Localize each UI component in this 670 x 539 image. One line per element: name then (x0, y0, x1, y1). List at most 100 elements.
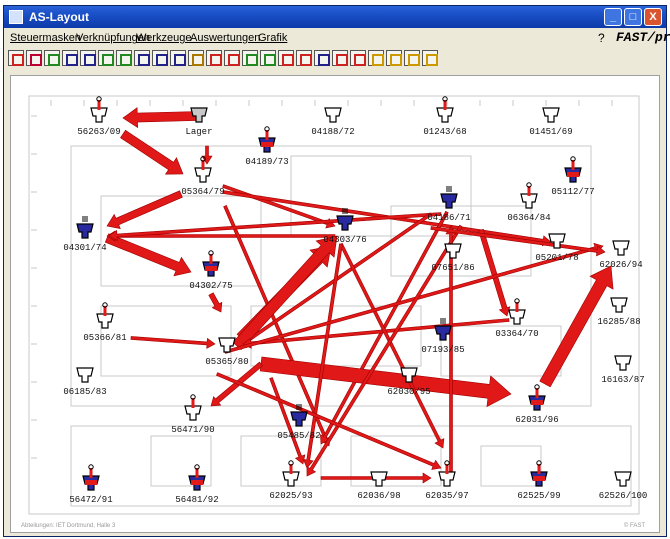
toolbar-button-1[interactable] (8, 50, 24, 66)
station-label: 62030/95 (387, 387, 430, 397)
close-button[interactable]: X (644, 8, 662, 26)
station-01451-69[interactable]: 01451/69 (529, 107, 573, 137)
footer-copyright: © FAST (623, 523, 645, 529)
station-label: 56472/91 (69, 495, 112, 505)
toolbar (8, 50, 438, 70)
station-label: 06364/84 (507, 213, 550, 223)
toolbar-button-17[interactable] (296, 50, 312, 66)
floor-plan-background (28, 95, 640, 515)
toolbar-button-22[interactable] (386, 50, 402, 66)
station-56471-90[interactable]: 56471/90 (171, 394, 215, 435)
menu-steuermasken[interactable]: Steuermasken (10, 32, 81, 44)
station-56481-92[interactable]: 56481/92 (175, 464, 219, 505)
station-label: 62025/93 (269, 491, 312, 501)
station-label: 06185/83 (63, 387, 106, 397)
flow-arrow-5 (104, 233, 192, 277)
station-label: 07193/85 (421, 345, 464, 355)
toolbar-button-14[interactable] (242, 50, 258, 66)
machine-icon (370, 471, 388, 487)
toolbar-button-24[interactable] (422, 50, 438, 66)
toolbar-button-12[interactable] (206, 50, 222, 66)
machine-icon (324, 107, 342, 123)
flow-arrow-11 (208, 292, 223, 313)
station-56472-91[interactable]: 56472/91 (69, 464, 113, 505)
station-label: 05366/81 (83, 333, 126, 343)
help-icon[interactable]: ? (598, 31, 605, 45)
station-05112-77[interactable]: 05112/77 (551, 156, 595, 197)
toolbar-button-5[interactable] (80, 50, 96, 66)
machine-icon (610, 297, 628, 313)
station-04189-73[interactable]: 04189/73 (245, 126, 289, 167)
station-label: 04186/71 (427, 213, 470, 223)
station-label: 62526/100 (599, 491, 648, 501)
station-06364-84[interactable]: 06364/84 (507, 182, 551, 223)
machine-icon (282, 471, 300, 487)
brand-logo: FAST/pro (616, 30, 670, 45)
station-16163-87[interactable]: 16163/87 (601, 355, 645, 385)
menu-werkzeuge[interactable]: Werkzeuge (136, 32, 191, 44)
station-label: 07651/86 (431, 263, 474, 273)
menu-auswertungen[interactable]: Auswertungen (190, 32, 260, 44)
station-06185-83[interactable]: 06185/83 (63, 367, 107, 397)
menu-grafik[interactable]: Grafik (258, 32, 287, 44)
station-label: 62026/94 (599, 260, 642, 270)
layout-canvas[interactable]: 56263/09 Lager 04188/72 01243/68 01451/69 041… (10, 75, 660, 533)
toolbar-button-10[interactable] (170, 50, 186, 66)
station-04188-72[interactable]: 04188/72 (311, 107, 355, 137)
flow-arrow-16 (232, 235, 338, 351)
station-04302-75[interactable]: 04302/75 (189, 250, 233, 291)
station-01243-68[interactable]: 01243/68 (423, 96, 467, 137)
station-05364-79[interactable]: 05364/79 (181, 156, 225, 197)
minimize-button[interactable]: _ (604, 8, 622, 26)
station-label: 16163/87 (601, 375, 644, 385)
toolbar-button-20[interactable] (350, 50, 366, 66)
station-62035-97[interactable]: 62035/97 (425, 460, 469, 501)
station-label: 04302/75 (189, 281, 232, 291)
station-04186-71[interactable]: 04186/71 (427, 186, 471, 223)
station-label: 01243/68 (423, 127, 466, 137)
station-07651-86[interactable]: 07651/86 (431, 243, 475, 273)
toolbar-button-21[interactable] (368, 50, 384, 66)
station-label: 04188/72 (311, 127, 354, 137)
toolbar-button-15[interactable] (260, 50, 276, 66)
station-label: 05364/79 (181, 187, 224, 197)
toolbar-button-9[interactable] (152, 50, 168, 66)
machine-icon (508, 309, 526, 325)
toolbar-button-23[interactable] (404, 50, 420, 66)
flow-arrow-19 (259, 356, 512, 408)
station-05366-81[interactable]: 05366/81 (83, 302, 127, 343)
station-16285-88[interactable]: 16285/88 (597, 297, 641, 327)
toolbar-button-18[interactable] (314, 50, 330, 66)
toolbar-button-6[interactable] (98, 50, 114, 66)
machine-icon (614, 471, 632, 487)
station-label: 05485/82 (277, 431, 320, 441)
toolbar-button-7[interactable] (116, 50, 132, 66)
menu-bar: Steuermasken Verknüpfungen Werkzeuge Aus… (4, 29, 670, 48)
toolbar-button-16[interactable] (278, 50, 294, 66)
machine-icon (184, 405, 202, 421)
station-label: 16285/88 (597, 317, 640, 327)
station-label: 62035/97 (425, 491, 468, 501)
toolbar-button-8[interactable] (134, 50, 150, 66)
toolbar-button-19[interactable] (332, 50, 348, 66)
station-62025-93[interactable]: 62025/93 (269, 460, 313, 501)
maximize-button[interactable]: □ (624, 8, 642, 26)
station-04301-74[interactable]: 04301/74 (63, 216, 107, 253)
toolbar-button-3[interactable] (44, 50, 60, 66)
machine-icon (96, 313, 114, 329)
station-62031-96[interactable]: 62031/96 (515, 384, 559, 425)
station-label: 04303/76 (323, 235, 366, 245)
footer-caption: Abteilungen: IET Dortmund, Halle 3 (21, 523, 116, 529)
machine-icon (336, 215, 354, 231)
station-62026-94[interactable]: 62026/94 (599, 240, 643, 270)
station-62525-99[interactable]: 62525/99 (517, 460, 561, 501)
station-62526-100[interactable]: 62526/100 (599, 471, 648, 501)
toolbar-button-13[interactable] (224, 50, 240, 66)
machine-icon (444, 243, 462, 259)
station-label: 05365/80 (205, 357, 248, 367)
toolbar-button-4[interactable] (62, 50, 78, 66)
toolbar-button-2[interactable] (26, 50, 42, 66)
flow-arrow-1 (122, 107, 198, 129)
toolbar-button-11[interactable] (188, 50, 204, 66)
flow-arrow-2 (120, 129, 184, 175)
